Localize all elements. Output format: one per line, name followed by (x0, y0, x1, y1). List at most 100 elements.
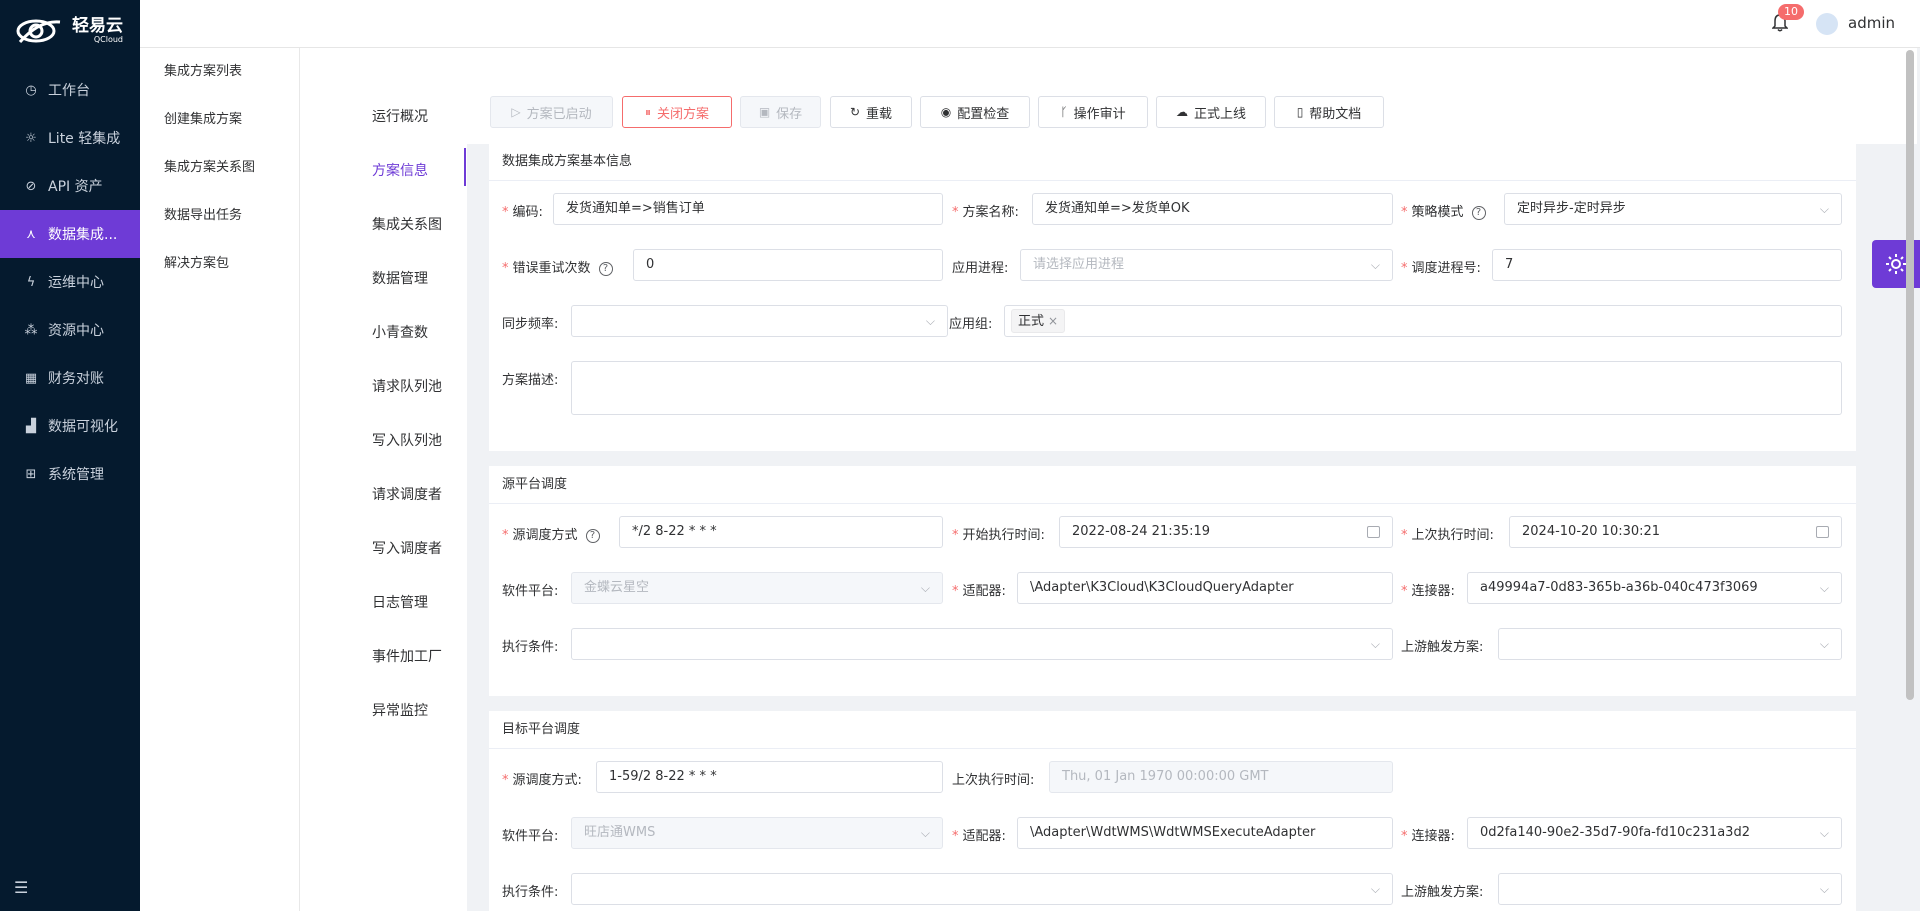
description-textarea[interactable] (571, 361, 1842, 415)
start-time-picker[interactable]: 2022-08-24 21:35:19 (1059, 516, 1393, 548)
help-docs-button[interactable]: ▯ 帮助文档 (1274, 96, 1384, 128)
start-time-label: * 开始执行时间: (952, 528, 1045, 543)
upstream-select[interactable]: ⌵ (1498, 628, 1842, 660)
sidebar-item-label: 数据可视化 (48, 419, 118, 435)
exec-condition-select[interactable]: ⌵ (571, 628, 1393, 660)
target-adapter-label: * 适配器: (952, 829, 1006, 844)
app-group-select[interactable]: 正式 × (1004, 305, 1842, 337)
tab-request-queue[interactable]: 请求队列池 (372, 376, 442, 396)
last-exec-picker[interactable]: 2024-10-20 10:30:21 (1509, 516, 1842, 548)
platform-label: 软件平台: (502, 584, 559, 599)
collapse-menu-icon[interactable]: ☰ (14, 878, 28, 897)
platform-select[interactable]: 金蝶云星空 ⌵ (571, 572, 943, 604)
go-live-button[interactable]: ☁ 正式上线 (1156, 96, 1266, 128)
tab-data-query[interactable]: 小青查数 (372, 322, 428, 342)
tab-event-factory[interactable]: 事件加工厂 (372, 646, 442, 666)
chevron-down-icon: ⌵ (1370, 637, 1380, 651)
top-header: 10 admin (140, 0, 1920, 48)
logo-text-group: 轻易云 QCloud (72, 18, 123, 45)
close-icon[interactable]: × (1048, 314, 1058, 328)
tab-write-queue[interactable]: 写入队列池 (372, 430, 442, 450)
share-icon: ⋏ (26, 226, 36, 242)
tab-log-management[interactable]: 日志管理 (372, 592, 428, 612)
tab-exception-monitor[interactable]: 异常监控 (372, 700, 428, 720)
branch-icon: ᚴ (1060, 105, 1068, 119)
avatar[interactable] (1816, 13, 1838, 35)
subnav-item-solution-pack[interactable]: 解决方案包 (140, 240, 299, 288)
button-label: 正式上线 (1193, 105, 1246, 121)
subnav-item-plan-list[interactable]: 集成方案列表 (140, 48, 299, 96)
tab-relation-graph[interactable]: 集成关系图 (372, 214, 442, 234)
adapter-input[interactable]: \Adapter\K3Cloud\K3CloudQueryAdapter (1017, 572, 1393, 604)
sidebar-item-ops[interactable]: ϟ 运维中心 (0, 258, 140, 306)
exec-condition-label: 执行条件: (502, 640, 559, 655)
target-platform-label: 软件平台: (502, 829, 559, 844)
sidebar-item-label: 数据集成... (48, 227, 118, 243)
sidebar-item-label: 运维中心 (48, 275, 104, 291)
chevron-down-icon: ⌵ (1819, 826, 1829, 840)
code-label: * 编码: (502, 205, 543, 220)
config-check-button[interactable]: ◉ 配置检查 (920, 96, 1030, 128)
sidebar-item-resources[interactable]: ⁂ 资源中心 (0, 306, 140, 354)
calendar-icon (1367, 526, 1380, 538)
target-connector-select[interactable]: 0d2fa140-90e2-35d7-90fa-fd10c231a3d2 ⌵ (1467, 817, 1842, 849)
subnav-item-create-plan[interactable]: 创建集成方案 (140, 96, 299, 144)
sidebar-item-data-integration[interactable]: ⋏ 数据集成... (0, 210, 140, 258)
sidebar-item-api[interactable]: ⊘ API 资产 (0, 162, 140, 210)
page-scrollbar[interactable] (1906, 50, 1914, 700)
tab-overview[interactable]: 运行概况 (372, 106, 428, 126)
gear-icon (1886, 254, 1906, 274)
logo-mark-icon (16, 19, 61, 43)
sidebar-item-label: Lite 轻集成 (48, 131, 121, 147)
last-exec-label: * 上次执行时间: (1401, 528, 1494, 543)
target-upstream-select[interactable]: ⌵ (1498, 873, 1842, 905)
plan-started-button[interactable]: ▷ 方案已启动 (490, 96, 613, 128)
save-button[interactable]: ▣ 保存 (740, 96, 821, 128)
cluster-icon: ⁂ (24, 322, 38, 338)
tab-request-scheduler[interactable]: 请求调度者 (372, 484, 442, 504)
reload-button[interactable]: ↻ 重载 (830, 96, 912, 128)
strategy-select[interactable]: 定时异步-定时异步 ⌵ (1504, 193, 1842, 225)
code-input[interactable]: 发货通知单=>销售订单 (553, 193, 943, 225)
connector-select[interactable]: a49994a7-0d83-365b-a36b-040c473f3069 ⌵ (1467, 572, 1842, 604)
sidebar-item-finance[interactable]: ▦ 财务对账 (0, 354, 140, 402)
operation-audit-button[interactable]: ᚴ 操作审计 (1038, 96, 1148, 128)
target-exec-condition-label: 执行条件: (502, 885, 559, 900)
subnav-item-plan-graph[interactable]: 集成方案关系图 (140, 144, 299, 192)
target-adapter-input[interactable]: \Adapter\WdtWMS\WdtWMSExecuteAdapter (1017, 817, 1393, 849)
schedule-no-input[interactable]: 7 (1492, 249, 1842, 281)
retry-input[interactable]: 0 (633, 249, 943, 281)
tab-data-management[interactable]: 数据管理 (372, 268, 428, 288)
sidebar-item-workbench[interactable]: ◷ 工作台 (0, 66, 140, 114)
button-label: 帮助文档 (1309, 105, 1362, 121)
sidebar-item-lite[interactable]: ☼ Lite 轻集成 (0, 114, 140, 162)
sync-frequency-select[interactable]: ⌵ (571, 305, 948, 337)
subnav-item-export-task[interactable]: 数据导出任务 (140, 192, 299, 240)
sidebar-item-label: 资源中心 (48, 323, 104, 339)
plan-name-input[interactable]: 发货通知单=>发货单OK (1032, 193, 1393, 225)
target-last-exec-input[interactable]: Thu, 01 Jan 1970 00:00:00 GMT (1049, 761, 1393, 793)
tab-write-scheduler[interactable]: 写入调度者 (372, 538, 442, 558)
save-icon: ▣ (758, 105, 771, 119)
target-platform-select[interactable]: 旺店通WMS ⌵ (571, 817, 943, 849)
plan-tabs: 运行概况 方案信息 集成关系图 数据管理 小青查数 请求队列池 写入队列池 请求… (300, 48, 467, 911)
reload-icon: ↻ (849, 105, 861, 119)
sidebar-item-system[interactable]: ⊞ 系统管理 (0, 450, 140, 498)
target-last-exec-label: 上次执行时间: (952, 773, 1035, 788)
target-mode-input[interactable]: 1-59/2 8-22 * * * (596, 761, 943, 793)
target-exec-condition-select[interactable]: ⌵ (571, 873, 1393, 905)
sidebar-item-visualization[interactable]: ▟ 数据可视化 (0, 402, 140, 450)
app-logo[interactable]: 轻易云 QCloud (0, 0, 140, 62)
pause-circle-icon: ⏸ (644, 104, 651, 119)
chart-icon: ▟ (26, 418, 36, 434)
username-label[interactable]: admin (1848, 14, 1895, 32)
source-mode-input[interactable]: */2 8-22 * * * (619, 516, 943, 548)
help-circle-icon[interactable]: ? (598, 261, 613, 276)
process-select[interactable]: 请选择应用进程 ⌵ (1020, 249, 1393, 281)
help-circle-icon[interactable]: ? (585, 528, 600, 543)
upstream-label: 上游触发方案: (1401, 640, 1484, 655)
card-title: 目标平台调度 (489, 711, 1856, 749)
close-plan-button[interactable]: ⏸ 关闭方案 (622, 96, 732, 128)
tab-plan-info[interactable]: 方案信息 (372, 160, 428, 180)
help-circle-icon[interactable]: ? (1471, 205, 1486, 220)
